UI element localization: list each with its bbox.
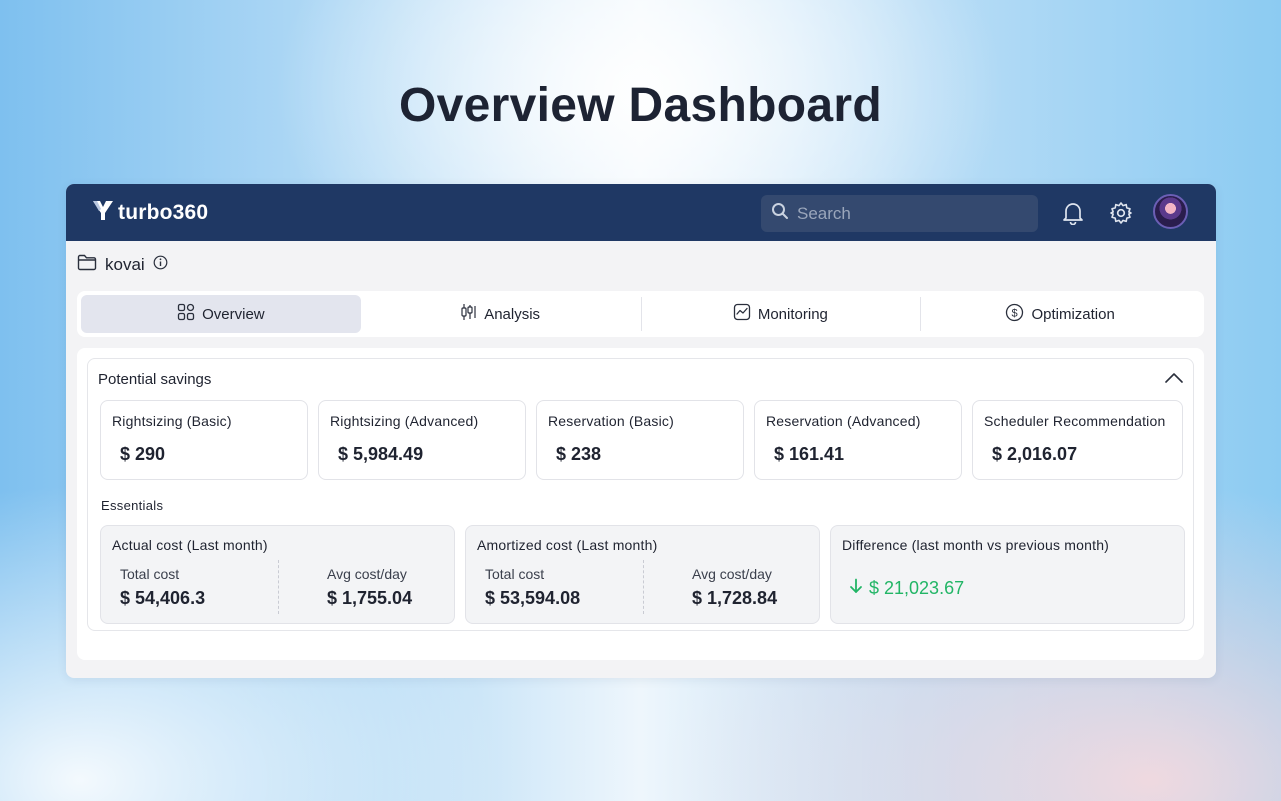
svg-text:$: $ [1012, 307, 1018, 319]
amortized-cost-card: Amortized cost (Last month) Total cost $… [465, 525, 820, 624]
avg-cost-label: Avg cost/day [692, 566, 772, 582]
total-cost-label: Total cost [485, 566, 545, 582]
tab-bar: Overview Analysis Monitoring $ Optimizat… [77, 291, 1204, 337]
tab-overview[interactable]: Overview [81, 295, 361, 333]
metric-value: $ 290 [120, 444, 166, 464]
tab-monitoring[interactable]: Monitoring [640, 295, 921, 333]
arrow-down-icon [849, 578, 863, 599]
search-icon [771, 202, 789, 225]
brand-name: turbo360 [118, 200, 209, 224]
user-avatar[interactable] [1153, 194, 1188, 229]
app-window: turbo360 kovai Overview [66, 184, 1216, 678]
metric-card[interactable]: Rightsizing (Basic) $ 290 [100, 400, 308, 480]
difference-card: Difference (last month vs previous month… [830, 525, 1185, 624]
actual-cost-card: Actual cost (Last month) Total cost $ 54… [100, 525, 455, 624]
total-cost-value: $ 53,594.08 [485, 588, 581, 608]
info-icon[interactable] [153, 255, 168, 275]
breadcrumb-label: kovai [105, 255, 145, 274]
turbo360-logo-icon [92, 199, 114, 226]
breadcrumb: kovai [77, 254, 168, 276]
card-title: Difference (last month vs previous month… [842, 537, 1110, 553]
metric-value: $ 238 [556, 444, 602, 464]
chart-line-icon [733, 303, 751, 325]
tab-analysis[interactable]: Analysis [361, 295, 641, 333]
divider [643, 560, 644, 614]
metric-label: Rightsizing (Basic) [112, 413, 232, 429]
total-cost-label: Total cost [120, 566, 180, 582]
metric-label: Reservation (Advanced) [766, 413, 921, 429]
avg-cost-block: Avg cost/day $ 1,755.04 [327, 566, 412, 609]
top-navbar: turbo360 [66, 184, 1216, 241]
divider [278, 560, 279, 614]
candlestick-icon [461, 303, 477, 325]
main-panel: Potential savings Rightsizing (Basic) $ … [77, 348, 1204, 660]
metric-card[interactable]: Rightsizing (Advanced) $ 5,984.49 [318, 400, 526, 480]
tab-optimization[interactable]: $ Optimization [920, 295, 1200, 333]
search-input[interactable] [797, 203, 1017, 224]
card-title: Actual cost (Last month) [112, 537, 268, 553]
total-cost-value: $ 54,406.3 [120, 588, 206, 608]
bell-icon[interactable] [1060, 200, 1086, 226]
metric-card[interactable]: Reservation (Advanced) $ 161.41 [754, 400, 962, 480]
metric-value: $ 2,016.07 [992, 444, 1078, 464]
metric-card[interactable]: Reservation (Basic) $ 238 [536, 400, 744, 480]
metric-card[interactable]: Scheduler Recommendation $ 2,016.07 [972, 400, 1183, 480]
page-title: Overview Dashboard [399, 79, 882, 132]
avg-cost-label: Avg cost/day [327, 566, 407, 582]
tab-label: Optimization [1031, 305, 1115, 323]
potential-savings-card: Potential savings Rightsizing (Basic) $ … [87, 358, 1194, 631]
total-cost-block: Total cost $ 53,594.08 [485, 566, 580, 609]
gear-icon[interactable] [1108, 200, 1134, 226]
difference-value-row: $ 21,023.67 [849, 578, 964, 599]
essentials-row: Actual cost (Last month) Total cost $ 54… [100, 525, 1185, 624]
avg-cost-value: $ 1,755.04 [327, 588, 413, 608]
metric-label: Rightsizing (Advanced) [330, 413, 479, 429]
search-box[interactable] [761, 195, 1038, 232]
tab-label: Analysis [484, 305, 541, 323]
section-title: Potential savings [98, 371, 212, 388]
grid-icon [177, 303, 195, 325]
chevron-up-icon[interactable] [1163, 369, 1185, 387]
metric-label: Scheduler Recommendation [984, 413, 1166, 429]
tab-label: Overview [202, 305, 265, 323]
card-title: Amortized cost (Last month) [477, 537, 658, 553]
metric-label: Reservation (Basic) [548, 413, 674, 429]
metric-value: $ 161.41 [774, 444, 845, 464]
folder-icon [77, 254, 97, 276]
difference-value: $ 21,023.67 [869, 578, 965, 598]
metric-value: $ 5,984.49 [338, 444, 424, 464]
avg-cost-value: $ 1,728.84 [692, 588, 778, 608]
brand-logo[interactable]: turbo360 [92, 199, 208, 226]
dollar-circle-icon: $ [1005, 303, 1024, 326]
savings-metrics: Rightsizing (Basic) $ 290 Rightsizing (A… [100, 400, 1183, 480]
total-cost-block: Total cost $ 54,406.3 [120, 566, 205, 609]
essentials-heading: Essentials [101, 498, 164, 513]
avg-cost-block: Avg cost/day $ 1,728.84 [692, 566, 777, 609]
tab-label: Monitoring [757, 305, 828, 323]
